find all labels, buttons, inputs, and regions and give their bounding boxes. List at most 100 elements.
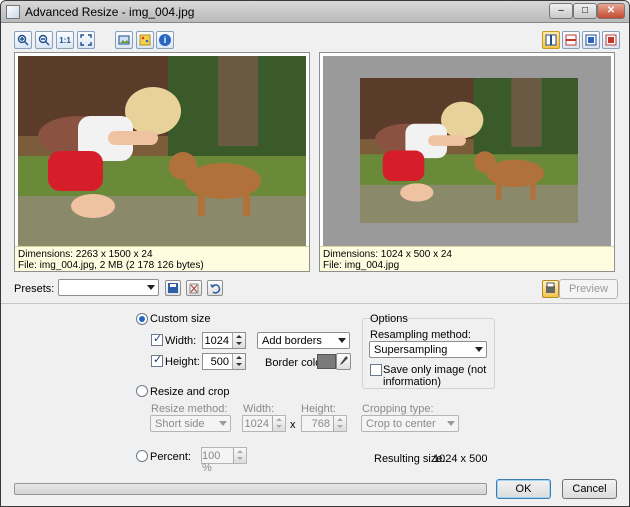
close-button[interactable]: ✕ (597, 3, 625, 19)
maximize-button[interactable]: □ (573, 3, 597, 19)
custom-size-label: Custom size (150, 313, 211, 325)
original-image[interactable] (18, 56, 306, 246)
top-bottom-layout-icon (565, 34, 577, 46)
split-view-icon (605, 34, 617, 46)
resize-crop-radio[interactable] (136, 385, 148, 397)
info-button[interactable]: i (156, 31, 174, 49)
actual-size-icon: 1:1 (59, 35, 71, 45)
photo-girl-puppy-resized (360, 78, 578, 223)
original-image-panel: Dimensions: 2263 x 1500 x 24 File: img_0… (14, 52, 310, 272)
options-title: Options (370, 313, 408, 325)
show-info-button[interactable] (115, 31, 133, 49)
resize-method-dropdown[interactable]: Short side (150, 415, 231, 432)
show-info-icon (118, 35, 130, 45)
eyedropper-icon (340, 356, 348, 365)
advanced-resize-window: Advanced Resize - img_004.jpg – □ ✕ 1:1 … (0, 0, 630, 507)
cropping-type-dropdown[interactable]: Crop to center (361, 415, 459, 432)
info-icon: i (159, 34, 171, 46)
width-label: Width: (165, 335, 197, 347)
crop-height-input[interactable]: 768 (301, 415, 347, 432)
chevron-down-icon (147, 285, 155, 290)
resampling-value: Supersampling (374, 344, 448, 356)
height-label: Height: (165, 356, 200, 368)
top-bottom-layout-button[interactable] (562, 31, 580, 49)
save-preset-button[interactable] (165, 280, 181, 296)
resampling-dropdown[interactable]: Supersampling (369, 341, 487, 358)
cropping-type-value: Crop to center (366, 418, 436, 430)
width-spinner[interactable] (232, 333, 245, 348)
original-file: File: img_004.jpg, 2 MB (2 178 126 bytes… (18, 260, 204, 271)
print-preview-button[interactable] (542, 280, 559, 298)
times-sign: x (290, 419, 296, 431)
crop-height-value: 768 (311, 418, 330, 430)
resize-method-label: Resize method: (151, 403, 228, 415)
delete-preset-icon (189, 283, 199, 294)
zoom-out-icon (38, 34, 50, 46)
percent-value: 100 % (202, 450, 221, 474)
side-by-side-layout-button[interactable] (542, 31, 560, 49)
save-only-image-label: Save only image (not information) (383, 364, 486, 388)
print-preview-icon (546, 282, 555, 293)
preview-button[interactable]: Preview (559, 279, 618, 299)
result-info: Dimensions: 1024 x 500 x 24 File: img_00… (320, 246, 614, 271)
save-preset-icon (168, 283, 178, 293)
save-only-line-2: information) (383, 376, 442, 388)
chevron-down-icon (447, 421, 455, 426)
percent-label: Percent: (150, 451, 191, 463)
reset-preset-button[interactable] (207, 280, 223, 296)
fit-window-button[interactable] (77, 31, 95, 49)
result-image (360, 78, 578, 223)
width-checkbox[interactable] (151, 332, 163, 346)
width-input[interactable]: 1024 (202, 332, 246, 349)
custom-size-radio[interactable] (136, 313, 148, 325)
minimize-button[interactable]: – (549, 3, 573, 19)
crop-width-value: 1024 (244, 418, 269, 430)
color-picker-button[interactable] (336, 353, 351, 370)
percent-input[interactable]: 100 % (201, 447, 247, 474)
zoom-in-button[interactable] (14, 31, 32, 49)
save-only-image-checkbox[interactable] (370, 364, 382, 376)
zoom-out-button[interactable] (35, 31, 53, 49)
result-preview[interactable] (323, 56, 611, 246)
custom-mode-dropdown[interactable]: Add borders (257, 332, 350, 349)
zoom-in-icon (17, 34, 29, 46)
percent-spinner[interactable] (233, 448, 246, 463)
border-color-swatch[interactable] (317, 354, 336, 369)
height-input[interactable]: 500 (202, 353, 246, 370)
delete-preset-button[interactable] (186, 280, 202, 296)
actual-size-button[interactable]: 1:1 (56, 31, 74, 49)
cropping-type-label: Cropping type: (362, 403, 434, 415)
cancel-button[interactable]: Cancel (562, 479, 617, 499)
single-view-icon (585, 34, 597, 46)
window-title: Advanced Resize - img_004.jpg (25, 5, 195, 19)
title-bar: Advanced Resize - img_004.jpg – □ ✕ (1, 1, 629, 23)
crop-width-input[interactable]: 1024 (242, 415, 286, 432)
result-image-panel: Dimensions: 1024 x 500 x 24 File: img_00… (319, 52, 615, 272)
custom-mode-value: Add borders (262, 335, 322, 347)
palette-button[interactable] (136, 31, 154, 49)
palette-icon (139, 34, 151, 46)
app-icon (6, 5, 20, 19)
crop-height-label: Height: (301, 403, 336, 415)
crop-height-spinner[interactable] (333, 416, 346, 431)
percent-radio[interactable] (136, 450, 148, 462)
crop-width-spinner[interactable] (272, 416, 285, 431)
resampling-label: Resampling method: (370, 329, 471, 341)
divider (1, 303, 629, 304)
original-info: Dimensions: 2263 x 1500 x 24 File: img_0… (15, 246, 309, 271)
height-checkbox[interactable] (151, 353, 163, 367)
resize-method-value: Short side (155, 418, 205, 430)
chevron-down-icon (219, 421, 227, 426)
fit-window-icon (80, 34, 92, 46)
save-only-line-1: Save only image (not (383, 364, 487, 376)
photo-girl-puppy (18, 56, 306, 246)
height-value: 500 (210, 356, 229, 368)
split-view-button[interactable] (602, 31, 620, 49)
progress-bar (14, 483, 487, 495)
presets-dropdown[interactable] (58, 279, 159, 296)
reset-preset-icon (210, 284, 221, 294)
single-view-button[interactable] (582, 31, 600, 49)
crop-width-label: Width: (243, 403, 275, 415)
height-spinner[interactable] (232, 354, 245, 369)
ok-button[interactable]: OK (496, 479, 551, 499)
